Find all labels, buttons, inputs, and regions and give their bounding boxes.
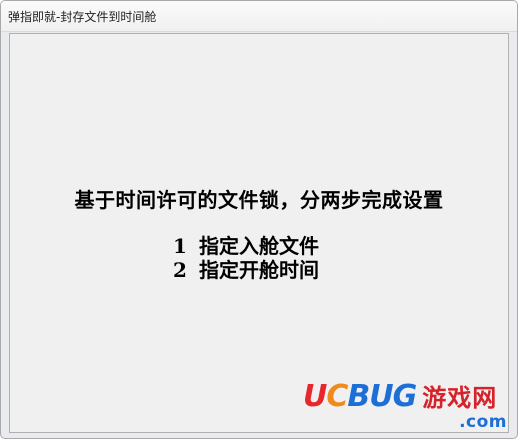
watermark-letter-u: U xyxy=(303,379,327,414)
watermark-letters-bug: BUG xyxy=(347,379,417,414)
title-bar[interactable]: 弹指即就-封存文件到时间舱 xyxy=(1,1,517,32)
step-list: 1 指定入舱文件 2 指定开舱时间 xyxy=(173,234,319,282)
main-panel: 基于时间许可的文件锁，分两步完成设置 1 指定入舱文件 2 指定开舱时间 xyxy=(9,33,509,433)
watermark-letter-c: C xyxy=(326,379,348,414)
step-item-select-files[interactable]: 1 指定入舱文件 xyxy=(173,234,319,258)
window-title: 弹指即就-封存文件到时间舱 xyxy=(8,10,157,24)
step-number: 1 xyxy=(173,234,187,258)
watermark-chinese: 游戏网 xyxy=(422,383,498,412)
step-number: 2 xyxy=(173,258,187,282)
step-label: 指定入舱文件 xyxy=(199,234,319,258)
step-item-set-open-time[interactable]: 2 指定开舱时间 xyxy=(173,258,319,282)
step-label: 指定开舱时间 xyxy=(199,258,319,282)
ucbug-watermark-logo: UCBUG 游戏网 .com xyxy=(301,380,511,433)
app-window: 弹指即就-封存文件到时间舱 基于时间许可的文件锁，分两步完成设置 1 指定入舱文件… xyxy=(0,0,518,439)
instruction-headline: 基于时间许可的文件锁，分两步完成设置 xyxy=(74,188,444,212)
watermark-wordmark: UCBUG 游戏网 xyxy=(303,380,497,415)
watermark-domain: .com xyxy=(459,412,507,432)
